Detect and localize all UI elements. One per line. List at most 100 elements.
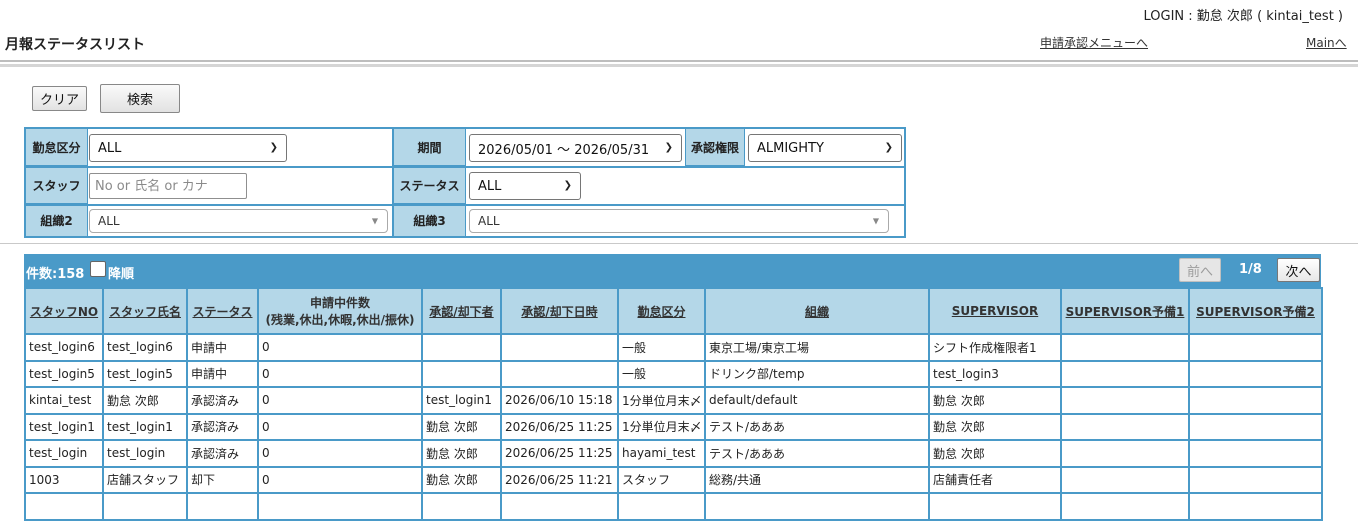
sort-link[interactable]: スタッフNO — [30, 305, 98, 319]
staff-search-input[interactable] — [89, 173, 247, 199]
sort-link[interactable]: SUPERVISOR — [952, 304, 1038, 318]
col-organization-header[interactable]: 組織 — [704, 287, 930, 335]
period-value: 2026/05/01 ～ 2026/05/31 — [478, 142, 650, 158]
filter-row-divider — [26, 204, 904, 206]
table-cell — [500, 359, 619, 388]
label-status: ステータス — [393, 167, 466, 204]
table-row[interactable]: test_login test_login 承認済み 0 勤怠 次郎 2026/06/25… — [24, 439, 1323, 468]
table-cell: 2026/06/10 15:18 — [500, 386, 619, 415]
approval-authority-select[interactable]: ALMIGHTY ❯ — [748, 134, 902, 162]
table-cell: 勤怠 次郎 — [421, 439, 502, 468]
table-row[interactable]: 1003 店舗スタッフ 却下 0 勤怠 次郎 2026/06/25 11:21 スタッフ 総務… — [24, 465, 1323, 494]
label-org2: 組織2 — [26, 205, 88, 236]
table-cell: 一般 — [617, 359, 706, 388]
header-line: 申請中件数 — [309, 296, 370, 310]
table-cell: スタッフ — [617, 465, 706, 494]
table-cell: 0 — [257, 439, 423, 468]
main-link[interactable]: Mainへ — [1306, 34, 1347, 51]
label-staff: スタッフ — [26, 167, 88, 204]
table-cell: test_login6 — [24, 333, 104, 362]
table-cell — [1060, 359, 1190, 388]
sort-link[interactable]: ステータス — [192, 305, 252, 319]
sort-link[interactable]: スタッフ氏名 — [109, 305, 181, 319]
table-row[interactable] — [24, 492, 1323, 521]
table-cell — [421, 492, 502, 521]
table-row[interactable]: test_login1 test_login1 承認済み 0 勤怠 次郎 2026/06/… — [24, 412, 1323, 441]
table-row[interactable]: test_login5 test_login5 申請中 0 一般 ドリンク部/temp te… — [24, 359, 1323, 388]
col-approved-at-header[interactable]: 承認/却下日時 — [500, 287, 619, 335]
col-approver-header[interactable]: 承認/却下者 — [421, 287, 502, 335]
col-staff-no-header[interactable]: スタッフNO — [24, 287, 104, 335]
kintai-kubun-select[interactable]: ALL ❯ — [89, 134, 287, 162]
table-cell: 0 — [257, 333, 423, 362]
next-page-button[interactable]: 次へ — [1277, 258, 1320, 282]
col-staff-name-header[interactable]: スタッフ氏名 — [102, 287, 188, 335]
table-cell: ドリンク部/temp — [704, 359, 930, 388]
kintai-kubun-value: ALL — [98, 140, 122, 156]
header-divider — [0, 60, 1358, 62]
table-cell: test_login1 — [102, 412, 188, 441]
page-indicator: 1/8 — [1239, 262, 1262, 277]
table-cell: test_login — [24, 439, 104, 468]
table-cell — [500, 333, 619, 362]
status-value: ALL — [478, 178, 502, 194]
org3-value: ALL — [478, 214, 500, 228]
col-supervisor-spare2-header[interactable]: SUPERVISOR予備2 — [1188, 287, 1323, 335]
table-cell — [704, 492, 930, 521]
org2-select[interactable]: ALL ▼ — [89, 209, 388, 233]
table-cell: 東京工場/東京工場 — [704, 333, 930, 362]
table-cell: kintai_test — [24, 386, 104, 415]
table-cell — [24, 492, 104, 521]
desc-order-checkbox[interactable] — [90, 261, 106, 277]
table-cell: test_login3 — [928, 359, 1062, 388]
col-kintai-kubun-header[interactable]: 勤怠区分 — [617, 287, 706, 335]
status-select[interactable]: ALL ❯ — [469, 172, 581, 200]
table-cell — [102, 492, 188, 521]
search-button[interactable]: 検索 — [100, 84, 180, 113]
triangle-down-icon: ▼ — [872, 216, 879, 226]
table-body: test_login6 test_login6 申請中 0 一般 東京工場/東京工場 シフト… — [24, 333, 1323, 521]
table-cell: test_login1 — [421, 386, 502, 415]
triangle-down-icon: ▼ — [371, 216, 378, 226]
label-approval-authority: 承認権限 — [685, 129, 745, 166]
table-cell — [1060, 492, 1190, 521]
chevron-down-icon: ❯ — [884, 141, 893, 153]
desc-order-label: 降順 — [108, 267, 135, 282]
table-row[interactable]: test_login6 test_login6 申請中 0 一般 東京工場/東京工場 シフト… — [24, 333, 1323, 362]
table-cell: 2026/06/25 11:25 — [500, 412, 619, 441]
filter-panel: 勤怠区分 ALL ❯ 期間 2026/05/01 ～ 2026/05/31 ❯ … — [24, 127, 906, 238]
table-row[interactable]: kintai_test 勤怠 次郎 承認済み 0 test_login1 2026/06/… — [24, 386, 1323, 415]
sort-link[interactable]: 組織 — [805, 305, 829, 319]
table-cell: 0 — [257, 412, 423, 441]
col-supervisor-header[interactable]: SUPERVISOR — [928, 287, 1062, 335]
table-cell — [1060, 333, 1190, 362]
clear-button[interactable]: クリア — [32, 86, 87, 111]
sort-link[interactable]: 承認/却下者 — [429, 305, 493, 319]
table-cell — [1188, 412, 1323, 441]
col-status-header[interactable]: ステータス — [186, 287, 259, 335]
approval-menu-link[interactable]: 申請承認メニューへ — [1040, 34, 1148, 51]
table-cell: 1分単位月末〆 — [617, 386, 706, 415]
table-cell: 勤怠 次郎 — [928, 439, 1062, 468]
table-cell: 0 — [257, 386, 423, 415]
filter-row-divider — [26, 166, 904, 168]
sort-link[interactable]: SUPERVISOR予備2 — [1196, 305, 1315, 319]
prev-page-button[interactable]: 前へ — [1179, 258, 1221, 282]
approval-authority-value: ALMIGHTY — [757, 140, 824, 156]
table-cell — [1188, 465, 1323, 494]
table-cell — [1060, 465, 1190, 494]
col-supervisor-spare1-header[interactable]: SUPERVISOR予備1 — [1060, 287, 1190, 335]
table-cell: 一般 — [617, 333, 706, 362]
table-cell — [617, 492, 706, 521]
chevron-down-icon: ❯ — [664, 141, 673, 153]
table-cell: 2026/06/25 11:25 — [500, 439, 619, 468]
chevron-down-icon: ❯ — [269, 141, 278, 153]
table-cell — [1060, 439, 1190, 468]
table-cell: シフト作成権限者1 — [928, 333, 1062, 362]
sort-link[interactable]: 勤怠区分 — [637, 305, 685, 319]
table-cell: 0 — [257, 465, 423, 494]
org3-select[interactable]: ALL ▼ — [469, 209, 889, 233]
period-select[interactable]: 2026/05/01 ～ 2026/05/31 ❯ — [469, 134, 682, 162]
sort-link[interactable]: SUPERVISOR予備1 — [1066, 305, 1185, 319]
sort-link[interactable]: 承認/却下日時 — [521, 305, 597, 319]
